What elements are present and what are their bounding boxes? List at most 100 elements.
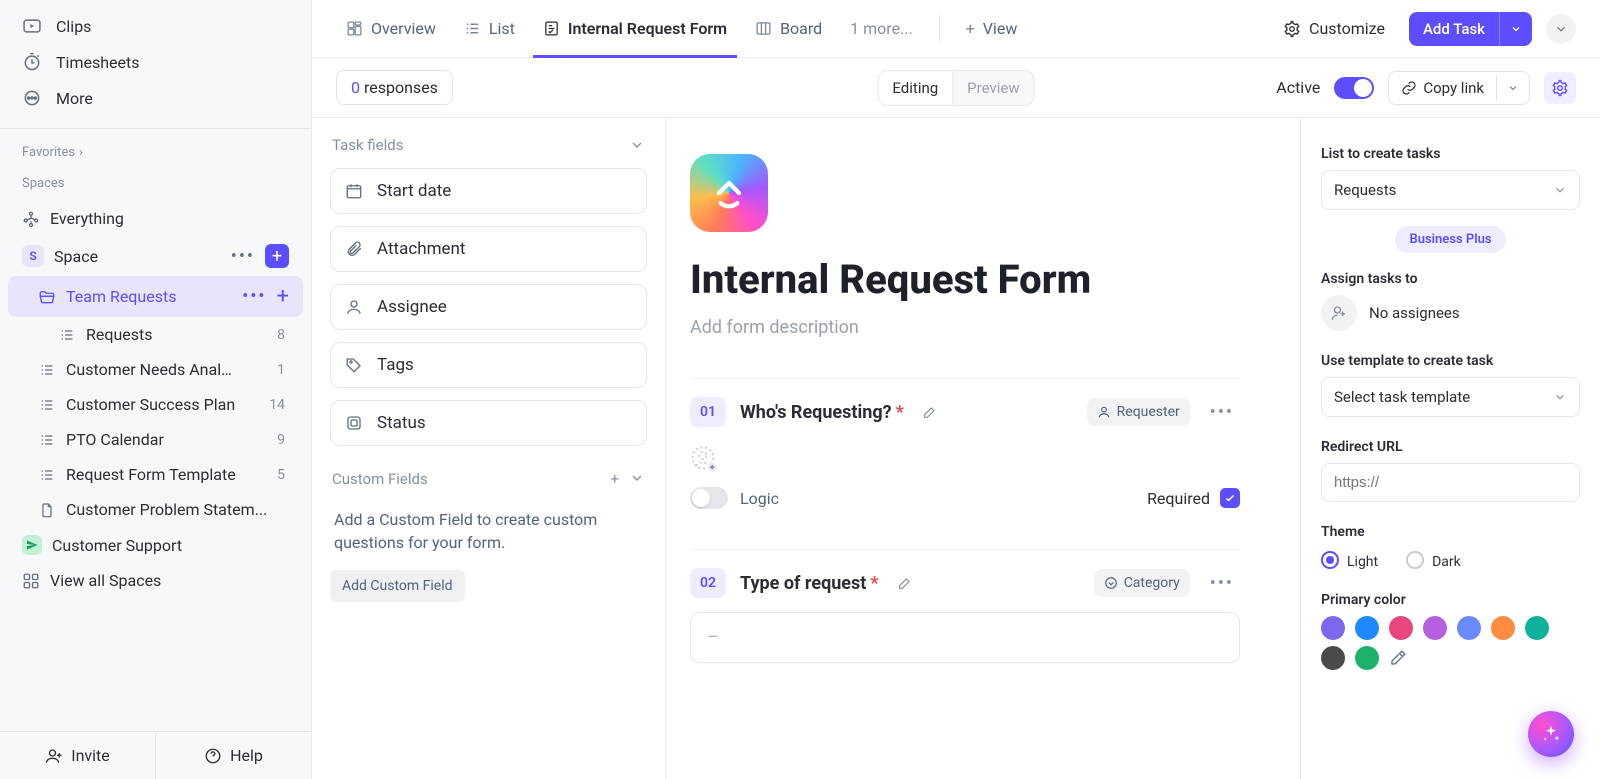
form-description[interactable]: Add form description [690,317,1240,338]
dashboard-icon [346,20,363,37]
custom-fields-toggle[interactable]: Custom Fields + [330,466,647,502]
sidebar-item-rft[interactable]: Request Form Template 5 [8,457,303,492]
add-task-button[interactable]: Add Task [1409,12,1532,46]
sidebar-item-cps[interactable]: Customer Problem Statem... [8,492,303,527]
category-select[interactable]: – [690,612,1240,663]
field-chip-category[interactable]: Category [1094,569,1190,597]
eyedropper-icon[interactable] [1389,646,1407,670]
color-swatch[interactable] [1321,616,1345,640]
field-item-status[interactable]: Status [330,400,647,446]
color-swatch[interactable] [1423,616,1447,640]
field-item-start-date[interactable]: Start date [330,168,647,214]
list-select[interactable]: Requests [1321,170,1580,210]
plus-icon: + [966,19,975,38]
sidebar-item-requests[interactable]: Requests 8 [8,317,303,352]
tab-board[interactable]: Board [745,0,832,57]
left-sidebar: Clips Timesheets More Favorites › Spaces [0,0,312,779]
theme-label: Theme [1321,524,1580,540]
sidebar-item-view-all-spaces[interactable]: View all Spaces [8,563,303,598]
theme-dark-radio[interactable]: Dark [1406,548,1461,570]
tab-more[interactable]: 1 more... [840,0,923,57]
redirect-label: Redirect URL [1321,439,1580,455]
sidebar-item-space[interactable]: S Space ••• + [8,236,303,276]
color-swatch[interactable] [1457,616,1481,640]
add-custom-field-button[interactable]: Add Custom Field [330,570,465,602]
brand-badge [690,154,768,232]
assignee-placeholder[interactable] [690,445,718,473]
form-settings-button[interactable] [1544,72,1576,104]
nav-timesheets[interactable]: Timesheets [16,44,295,80]
field-item-attachment[interactable]: Attachment [330,226,647,272]
question-title: Type of request* [740,573,879,594]
help-button[interactable]: Help [155,732,311,779]
form-title[interactable]: Internal Request Form [690,256,1240,303]
logic-toggle[interactable] [690,487,728,509]
assign-button[interactable]: No assignees [1321,295,1580,331]
main-area: Overview List Internal Request Form Boar… [312,0,1600,779]
nav-timesheets-label: Timesheets [56,53,139,72]
active-toggle[interactable] [1334,77,1374,99]
form-canvas: Internal Request Form Add form descripti… [666,118,1300,779]
field-item-tags[interactable]: Tags [330,342,647,388]
sidebar-item-cna[interactable]: Customer Needs Analy... 1 [8,352,303,387]
question-menu[interactable]: ••• [1204,402,1240,423]
add-custom-field-icon[interactable]: + [610,470,619,488]
favorites-label[interactable]: Favorites › [0,135,311,166]
theme-light-radio[interactable]: Light [1321,548,1378,570]
question-menu[interactable]: ••• [1204,573,1240,594]
tab-overview[interactable]: Overview [336,0,446,57]
customize-button[interactable]: Customize [1273,13,1395,44]
color-swatch[interactable] [1491,616,1515,640]
field-chip-requester[interactable]: Requester [1087,398,1190,426]
field-item-assignee[interactable]: Assignee [330,284,647,330]
panel-collapse-button[interactable] [1546,14,1576,44]
color-swatch[interactable] [1321,646,1345,670]
nav-more[interactable]: More [16,80,295,116]
sidebar-item-team-requests[interactable]: Team Requests ••• + [8,276,303,317]
space-avatar: S [22,245,44,267]
active-label: Active [1276,78,1320,97]
sidebar-item-everything[interactable]: Everything [8,201,303,236]
link-icon [1401,80,1417,96]
sidebar-item-customer-support[interactable]: Customer Support [8,527,303,563]
folder-add-button[interactable]: + [277,284,289,309]
invite-button[interactable]: Invite [0,732,155,779]
chevron-right-icon: › [79,145,83,160]
color-swatch[interactable] [1355,646,1379,670]
space-add-button[interactable]: + [265,244,289,268]
sidebar-footer: Invite Help [0,731,311,779]
folder-more-icon[interactable]: ••• [238,286,270,307]
nav-clips[interactable]: Clips [16,8,295,44]
responses-button[interactable]: 0 responses [336,70,453,105]
question-number: 01 [690,397,726,427]
nav-more-label: More [56,89,93,108]
preview-tab[interactable]: Preview [952,71,1033,105]
copy-link-button[interactable]: Copy link [1388,71,1530,105]
question-2[interactable]: 02 Type of request* Category [690,549,1240,683]
tab-internal-request-form[interactable]: Internal Request Form [533,0,737,57]
sidebar-item-csp[interactable]: Customer Success Plan 14 [8,387,303,422]
tab-list[interactable]: List [454,0,525,57]
color-swatch[interactable] [1355,616,1379,640]
network-icon [22,210,40,228]
form-subbar: 0 responses Editing Preview Active C [312,58,1600,118]
space-more-icon[interactable]: ••• [227,246,259,267]
list-label: List to create tasks [1321,146,1580,162]
required-checkbox[interactable] [1220,488,1240,508]
ai-fab-button[interactable] [1528,711,1574,757]
list-icon [38,466,56,484]
list-icon [38,361,56,379]
color-swatch[interactable] [1389,616,1413,640]
copy-link-dropdown[interactable] [1496,75,1529,101]
add-view-button[interactable]: + View [956,0,1028,57]
redirect-url-input[interactable] [1321,463,1580,502]
add-task-dropdown[interactable] [1499,12,1532,46]
color-swatch[interactable] [1525,616,1549,640]
question-1[interactable]: 01 Who's Requesting?* Requester [690,378,1240,529]
editing-tab[interactable]: Editing [878,71,952,105]
task-fields-toggle[interactable]: Task fields [330,132,647,168]
edit-icon[interactable] [922,404,938,420]
edit-icon[interactable] [897,575,913,591]
sidebar-item-pto[interactable]: PTO Calendar 9 [8,422,303,457]
template-select[interactable]: Select task template [1321,377,1580,417]
